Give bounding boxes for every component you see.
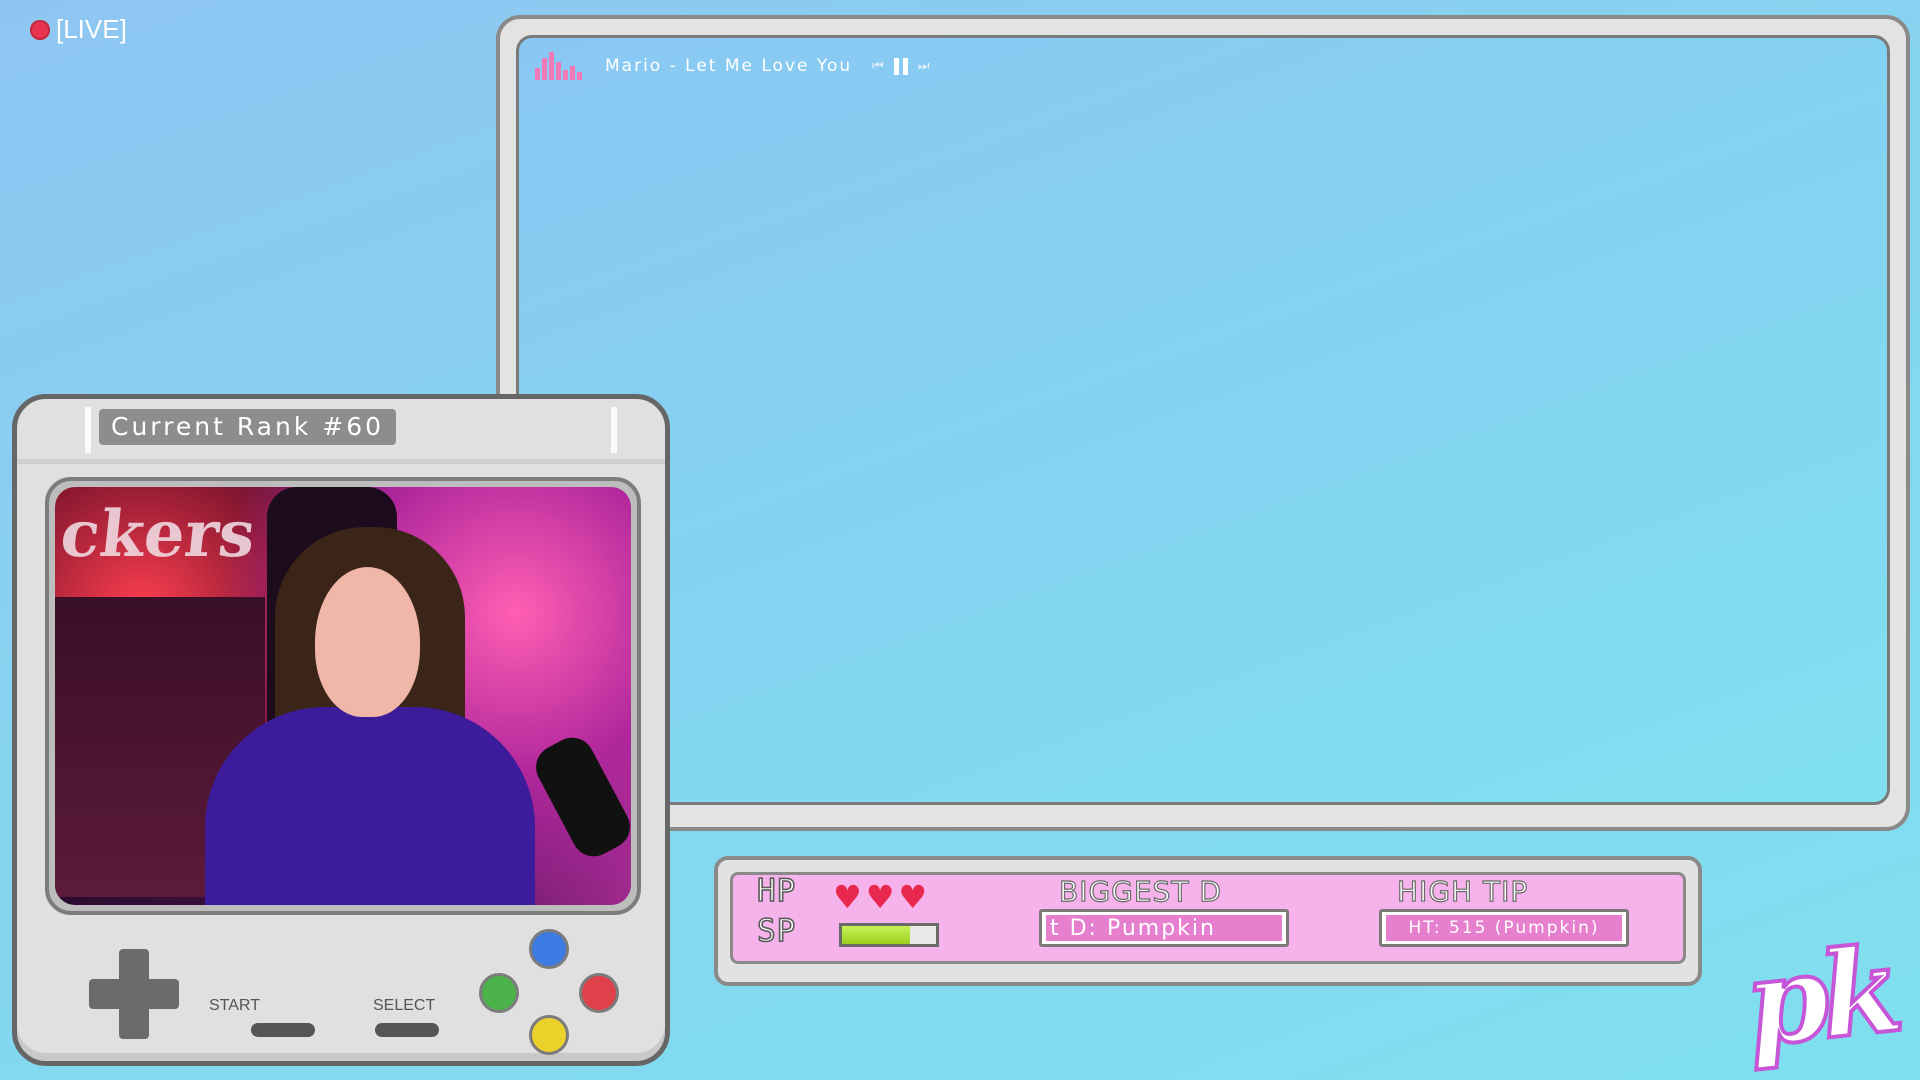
console-top-bar: Current Rank #60 <box>17 399 665 464</box>
equalizer-icon <box>535 52 591 80</box>
x-face-button <box>529 929 569 969</box>
stats-panel: HP ♥ ♥ ♥ SP BIGGEST D t D: Pumpkin HIGH … <box>714 856 1702 986</box>
start-button <box>251 1023 315 1037</box>
select-button <box>375 1023 439 1037</box>
a-face-button <box>579 973 619 1013</box>
previous-track-icon[interactable]: ⏮ <box>872 59 884 74</box>
next-track-icon[interactable]: ⏭ <box>918 59 930 74</box>
sp-label: SP <box>756 912 797 950</box>
biggest-value: t D: Pumpkin <box>1046 915 1282 941</box>
select-label: SELECT <box>373 997 436 1014</box>
start-label: START <box>209 997 260 1014</box>
high-tip-value: HT: 515 (Pumpkin) <box>1386 915 1622 941</box>
current-rank-label: Current Rank #60 <box>99 409 397 445</box>
biggest-ticker: t D: Pumpkin <box>1039 909 1289 947</box>
game-screen: Mario - Let Me Love You ⏮ ⏭ <box>516 35 1890 805</box>
live-label: [LIVE] <box>56 14 127 44</box>
biggest-title: BIGGEST D <box>1058 874 1222 908</box>
high-tip-title: HIGH TIP <box>1396 874 1529 908</box>
player-controls: ⏮ ⏭ <box>872 57 930 75</box>
b-face-button <box>529 1015 569 1055</box>
hp-hearts: ♥ ♥ ♥ <box>833 879 927 915</box>
webcam-feed: ckers <box>55 487 631 905</box>
y-face-button <box>479 973 519 1013</box>
streamer-figure <box>205 527 535 905</box>
heart-icon: ♥ <box>865 878 895 916</box>
high-tip-ticker: HT: 515 (Pumpkin) <box>1379 909 1629 947</box>
track-title: Mario - Let Me Love You <box>605 56 853 76</box>
pk-logo: pk <box>1737 918 1903 1076</box>
heart-icon: ♥ <box>833 878 862 916</box>
hp-label: HP <box>756 872 797 910</box>
pause-icon[interactable] <box>893 57 908 75</box>
game-screen-frame: Mario - Let Me Love You ⏮ ⏭ <box>496 15 1910 831</box>
webcam-bezel: ckers <box>45 477 641 915</box>
handheld-console-frame: Current Rank #60 ckers START SELECT <box>12 394 670 1066</box>
heart-icon: ♥ <box>898 878 928 916</box>
record-dot-icon <box>30 19 50 40</box>
microphone <box>528 729 631 865</box>
sp-bar-fill <box>842 926 910 944</box>
live-indicator: [LIVE] <box>30 14 127 45</box>
sp-bar <box>839 923 939 947</box>
stats-panel-inner: HP ♥ ♥ ♥ SP BIGGEST D t D: Pumpkin HIGH … <box>730 872 1686 964</box>
dpad-icon <box>89 949 179 1039</box>
now-playing-widget: Mario - Let Me Love You ⏮ ⏭ <box>535 52 930 80</box>
